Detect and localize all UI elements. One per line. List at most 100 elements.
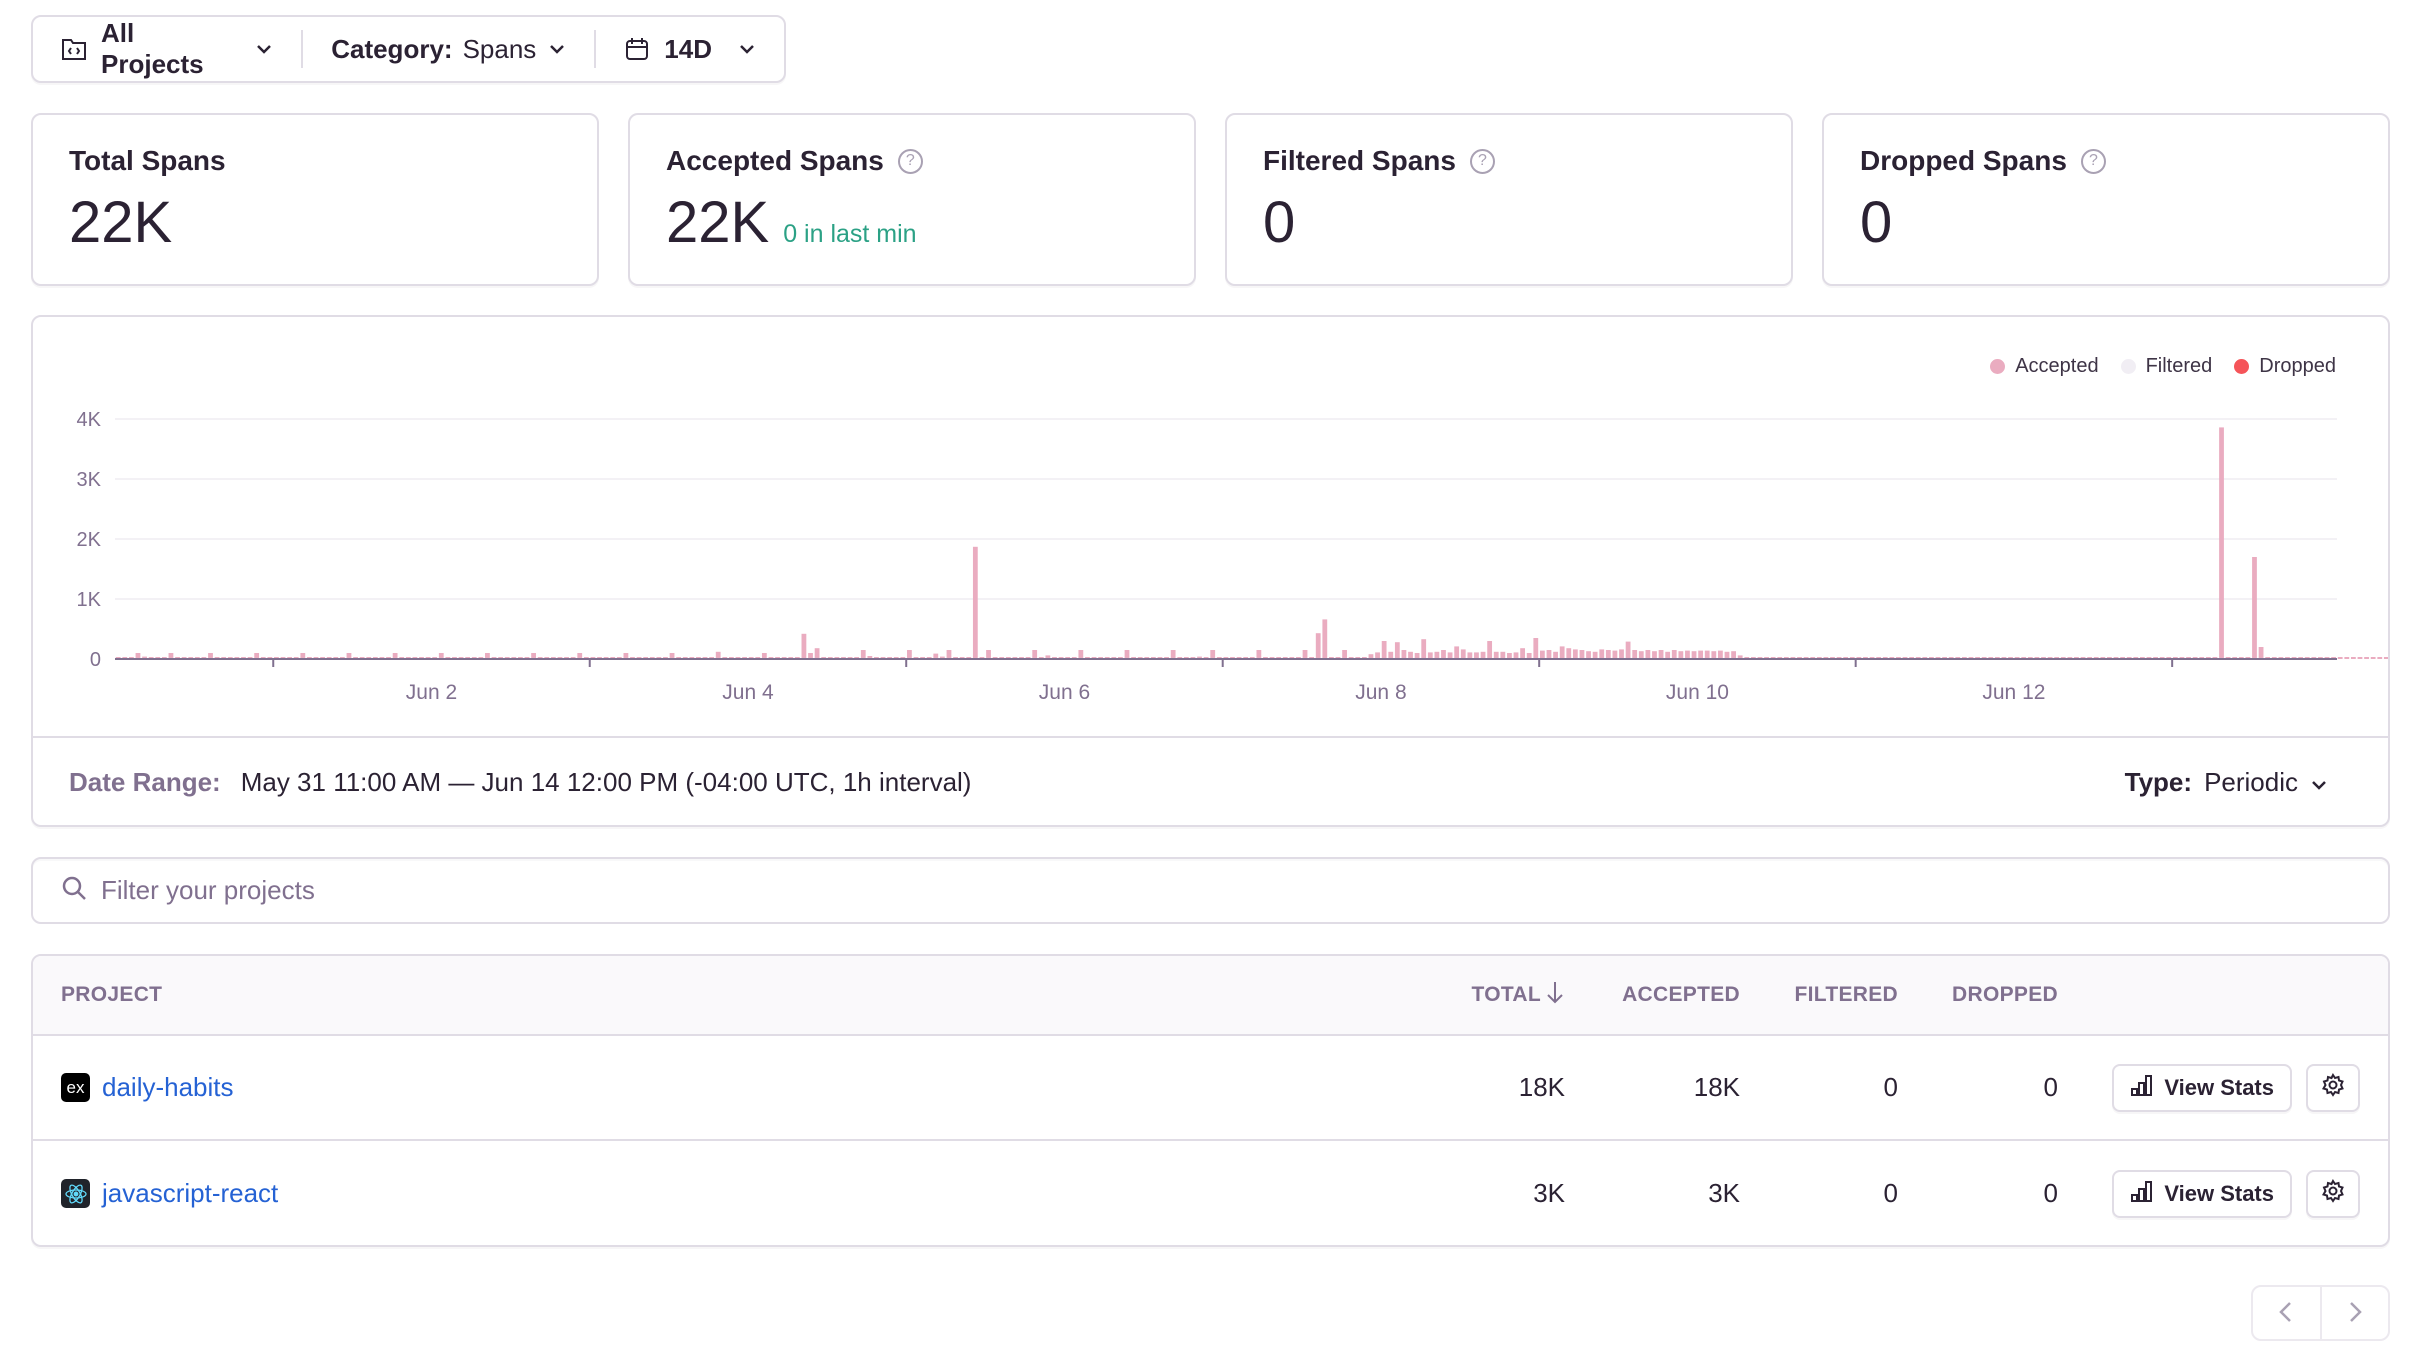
column-label: Dropped	[1952, 983, 2058, 1006]
card-value: 0	[1860, 189, 2352, 256]
projects-table: Project Total Accepted Filtered Dropped …	[31, 954, 2390, 1247]
project-link[interactable]: javascript-react	[102, 1178, 278, 1209]
view-stats-button[interactable]: View Stats	[2112, 1169, 2292, 1218]
chevron-left-icon	[2278, 1300, 2294, 1327]
card-title: Total Spans	[69, 145, 561, 177]
project-settings-button[interactable]	[2306, 1169, 2360, 1218]
bar-accepted	[860, 650, 866, 659]
type-value: Periodic	[2204, 767, 2298, 797]
usage-chart: 0 1K 2K 3K 4K Jun 2 Jun 4 Jun 6 Jun 8 Jun 10 Jun 1…	[77, 409, 2388, 704]
bar-accepted	[1032, 650, 1038, 659]
card-title-text: Dropped Spans	[1860, 145, 2067, 176]
bar-accepted	[1170, 650, 1176, 659]
bar-accepted	[2370, 657, 2376, 659]
card-total-spans: Total Spans 22K	[31, 113, 599, 286]
y-tick-label: 4K	[77, 409, 102, 431]
card-value: 22K 0 in last min	[666, 189, 1158, 256]
bar-accepted	[1691, 651, 1697, 659]
project-selector[interactable]: All Projects	[33, 17, 301, 81]
actions-cell: View Stats	[2058, 1063, 2388, 1112]
view-stats-label: View Stats	[2164, 1074, 2274, 1100]
view-stats-label: View Stats	[2164, 1180, 2274, 1206]
bar-accepted	[1533, 638, 1539, 659]
x-tick-label: Jun 10	[1666, 681, 1729, 704]
bar-accepted	[2357, 657, 2363, 659]
bar-accepted	[907, 650, 912, 659]
bar-accepted	[2252, 557, 2257, 659]
search-input[interactable]	[101, 875, 2360, 906]
period-label: 14D	[664, 33, 712, 64]
column-header-total[interactable]: Total	[1445, 980, 1565, 1010]
project-cell: ex daily-habits	[33, 1072, 1445, 1103]
column-label: Project	[61, 983, 163, 1006]
category-label: Category:	[331, 33, 453, 64]
project-cell: javascript-react	[33, 1178, 1445, 1209]
bar-accepted	[1401, 650, 1407, 659]
bar-accepted	[1322, 619, 1328, 659]
project-selector-label: All Projects	[101, 18, 204, 79]
bar-accepted	[1553, 651, 1558, 659]
view-stats-button[interactable]: View Stats	[2112, 1063, 2292, 1112]
bar-accepted	[1652, 651, 1657, 659]
calendar-icon	[624, 36, 650, 62]
card-value-text: 0	[1263, 190, 1296, 255]
bar-accepted	[1256, 650, 1262, 659]
bar-accepted	[1638, 651, 1644, 659]
bar-accepted	[1441, 650, 1446, 659]
filtered-cell: 0	[1883, 1178, 1898, 1208]
help-icon[interactable]: ?	[897, 148, 923, 174]
previous-page-button[interactable]	[2253, 1287, 2320, 1339]
project-folder-icon	[61, 36, 87, 62]
card-value: 22K	[69, 189, 561, 256]
project-link[interactable]: daily-habits	[102, 1072, 234, 1103]
column-label: Total	[1471, 983, 1541, 1006]
bar-accepted	[1579, 650, 1585, 659]
column-label: Filtered	[1794, 983, 1898, 1006]
card-title-text: Accepted Spans	[666, 145, 884, 176]
bar-accepted	[1487, 641, 1493, 659]
bar-accepted	[986, 650, 991, 659]
bar-accepted	[1078, 650, 1084, 659]
period-selector[interactable]: 14D	[596, 17, 784, 81]
table-row: javascript-react 3K 3K 0 0 View Stats	[33, 1141, 2388, 1245]
bar-accepted	[1460, 649, 1466, 659]
table-header: Project Total Accepted Filtered Dropped	[33, 956, 2388, 1036]
bar-accepted	[1500, 651, 1506, 659]
bar-chart-icon	[2130, 1180, 2154, 1208]
search-icon	[61, 875, 87, 906]
total-cell: 18K	[1518, 1072, 1565, 1102]
column-header-accepted: Accepted	[1565, 983, 1740, 1007]
next-page-button[interactable]	[2322, 1287, 2389, 1339]
help-icon[interactable]: ?	[1469, 148, 1495, 174]
bar-accepted	[1698, 650, 1704, 659]
dropped-cell: 0	[2043, 1178, 2058, 1208]
project-settings-button[interactable]	[2306, 1063, 2360, 1112]
bar-accepted	[2344, 657, 2350, 659]
bar-accepted	[801, 633, 807, 659]
bar-accepted	[2219, 427, 2224, 659]
card-dropped-spans: Dropped Spans? 0	[1822, 113, 2390, 286]
category-selector[interactable]: Category: Spans	[303, 17, 594, 81]
project-search	[31, 857, 2390, 924]
bar-accepted	[1586, 651, 1591, 659]
bar-accepted	[1724, 651, 1730, 659]
bar-accepted	[1678, 651, 1684, 659]
chevron-right-icon	[2347, 1300, 2363, 1327]
bar-accepted	[1421, 639, 1427, 659]
bar-accepted	[1381, 641, 1387, 659]
y-tick-label: 1K	[77, 589, 102, 611]
actions-cell: View Stats	[2058, 1169, 2388, 1218]
date-range-label: Date Range:	[69, 767, 221, 797]
bar-accepted	[1302, 650, 1308, 659]
bar-accepted	[814, 648, 820, 659]
usage-chart-card: Accepted Filtered Dropped 0 1K 2K 3K 4K Jun 2…	[31, 315, 2390, 827]
bar-accepted	[1665, 651, 1671, 659]
type-select[interactable]: Type: Periodic	[2125, 767, 2328, 798]
accepted-cell: 18K	[1693, 1072, 1740, 1102]
bar-accepted	[1566, 648, 1572, 659]
help-icon[interactable]: ?	[2080, 148, 2106, 174]
gear-icon	[2321, 1178, 2345, 1209]
page-filter-bar: All Projects Category: Spans 14D	[31, 15, 786, 83]
react-platform-icon	[61, 1179, 90, 1208]
bar-accepted	[2258, 647, 2264, 659]
